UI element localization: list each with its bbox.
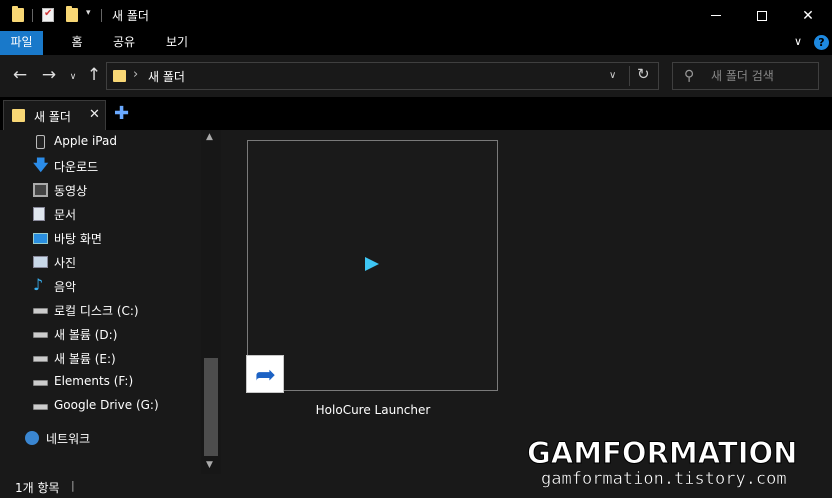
drive-icon	[33, 308, 48, 314]
pictures-icon	[33, 256, 48, 268]
drive-icon	[33, 332, 48, 338]
sidebar-item-drive-g[interactable]: Google Drive (G:)	[0, 394, 200, 418]
tab-home[interactable]: 홈	[60, 31, 94, 55]
scroll-down-icon[interactable]: ▼	[206, 460, 213, 470]
drive-icon	[33, 404, 48, 410]
watermark-url: gamformation.tistory.com	[541, 469, 787, 489]
item-count: 1개 항목	[15, 481, 60, 495]
maximize-button[interactable]	[739, 0, 785, 31]
tab-share[interactable]: 공유	[104, 31, 144, 55]
maximize-icon	[757, 10, 767, 21]
divider	[32, 9, 33, 22]
watermark-title: GAMFORMATION	[526, 436, 798, 471]
new-folder-icon[interactable]	[66, 6, 78, 22]
new-tab-button[interactable]: ✚	[114, 103, 129, 124]
scrollbar-thumb[interactable]	[204, 358, 218, 456]
sidebar-item-label: 음악	[54, 280, 77, 294]
download-icon: 🡇	[33, 156, 49, 174]
desktop-icon	[33, 233, 48, 244]
sidebar-item-label: Elements (F:)	[54, 374, 134, 388]
sidebar-item-label: 로컬 디스크 (C:)	[54, 304, 139, 318]
shortcut-arrow-icon: ➦	[255, 360, 276, 389]
sidebar-item-label: Google Drive (G:)	[54, 398, 159, 412]
sidebar-item-drive-d[interactable]: 새 볼륨 (D:)	[0, 322, 200, 346]
address-dropdown-icon[interactable]: ∨	[609, 70, 616, 81]
sidebar-item-apple-ipad[interactable]: Apple iPad	[0, 130, 200, 154]
folder-icon	[113, 70, 126, 82]
sidebar-item-label: 다운로드	[54, 160, 99, 174]
address-bar[interactable]: › 새 폴더 ∨ ↻	[106, 62, 659, 90]
file-list: ➦ HoloCure Launcher	[222, 130, 832, 474]
navigation-pane: Apple iPad 🡇 다운로드 동영상 문서 바탕 화면 사진 ♪ 음악 로…	[0, 130, 222, 474]
sidebar-item-pictures[interactable]: 사진	[0, 250, 200, 274]
tab-view[interactable]: 보기	[156, 31, 198, 55]
properties-icon[interactable]	[42, 8, 54, 22]
sidebar-item-label: Apple iPad	[54, 134, 117, 148]
folder-icon[interactable]	[12, 6, 24, 22]
divider	[629, 66, 630, 86]
breadcrumb-chevron-icon[interactable]: ›	[133, 67, 138, 82]
help-button[interactable]: ?	[814, 35, 829, 50]
minimize-button[interactable]	[693, 0, 739, 31]
close-icon: ✕	[802, 7, 814, 24]
sidebar-item-label: 동영상	[54, 184, 88, 198]
file-name: HoloCure Launcher	[315, 403, 431, 417]
network-icon	[25, 431, 39, 445]
tab-file[interactable]: 파일	[0, 31, 43, 55]
sidebar-item-videos[interactable]: 동영상	[0, 178, 200, 202]
back-button[interactable]: ←	[10, 66, 30, 86]
document-icon	[33, 207, 45, 221]
recent-locations-icon[interactable]: ∨	[63, 68, 83, 88]
sidebar-item-network[interactable]: 네트워크	[0, 426, 192, 450]
sidebar-item-label: 문서	[54, 208, 77, 222]
file-item[interactable]: ➦ HoloCure Launcher	[246, 139, 500, 417]
title-bar: ▾ 새 폴더 ✕	[0, 0, 832, 31]
up-button[interactable]: ↑	[84, 66, 104, 86]
status-separator: |	[71, 479, 75, 492]
quick-access-dropdown-icon[interactable]: ▾	[86, 8, 91, 18]
folder-tab[interactable]: 새 폴더 ✕	[3, 100, 106, 130]
sidebar-item-label: 바탕 화면	[54, 232, 102, 246]
navigation-bar: ← → ∨ ↑ › 새 폴더 ∨ ↻ ⚲	[0, 55, 832, 97]
close-button[interactable]: ✕	[785, 0, 831, 31]
sidebar-item-drive-f[interactable]: Elements (F:)	[0, 370, 200, 394]
search-icon: ⚲	[684, 68, 695, 84]
sidebar-item-drive-e[interactable]: 새 볼륨 (E:)	[0, 346, 200, 370]
sidebar-item-label: 새 볼륨 (E:)	[54, 352, 116, 366]
sidebar-item-documents[interactable]: 문서	[0, 202, 200, 226]
sidebar-item-desktop[interactable]: 바탕 화면	[0, 226, 200, 250]
scroll-up-icon[interactable]: ▲	[206, 132, 213, 142]
drive-icon	[33, 380, 48, 386]
phone-icon	[36, 135, 45, 149]
music-icon: ♪	[33, 275, 44, 294]
divider	[101, 9, 102, 22]
search-box[interactable]: ⚲	[672, 62, 819, 90]
play-icon	[365, 257, 379, 271]
breadcrumb-current[interactable]: 새 폴더	[148, 68, 185, 85]
forward-button[interactable]: →	[39, 66, 59, 86]
ribbon-expand-icon[interactable]: ∨	[794, 35, 802, 48]
sidebar-item-label: 사진	[54, 256, 77, 270]
sidebar-item-downloads[interactable]: 🡇 다운로드	[0, 154, 200, 178]
sidebar-item-drive-c[interactable]: 로컬 디스크 (C:)	[0, 298, 200, 322]
sidebar-item-label: 새 볼륨 (D:)	[54, 328, 118, 342]
shortcut-overlay: ➦	[246, 355, 284, 393]
folder-icon	[12, 109, 25, 122]
tab-close-button[interactable]: ✕	[89, 107, 100, 122]
sidebar-item-label: 네트워크	[46, 432, 91, 446]
drive-icon	[33, 356, 48, 362]
file-thumbnail	[247, 140, 498, 391]
sidebar-item-music[interactable]: ♪ 음악	[0, 274, 200, 298]
refresh-button[interactable]: ↻	[637, 65, 650, 83]
search-input[interactable]	[711, 67, 811, 85]
sidebar-scrollbar[interactable]: ▲ ▼	[201, 130, 221, 474]
ribbon: 파일 홈 공유 보기	[0, 31, 832, 55]
tab-label: 새 폴더	[34, 110, 71, 124]
window-title: 새 폴더	[112, 9, 149, 23]
video-icon	[33, 183, 48, 197]
minimize-icon	[711, 15, 721, 16]
